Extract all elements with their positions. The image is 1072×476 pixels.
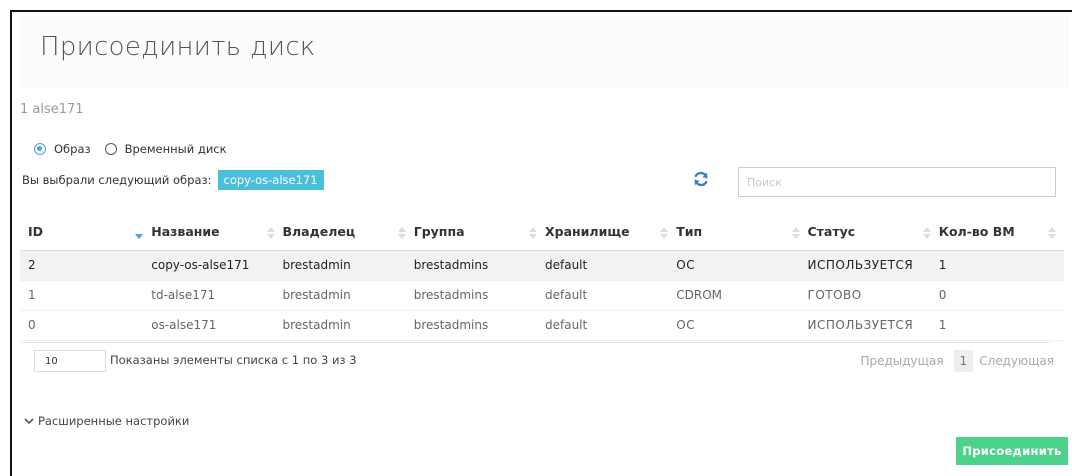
cell-vm-count: 0 [938, 288, 947, 302]
sort-icon [660, 227, 669, 239]
cell-name: td-alse171 [151, 288, 216, 302]
next-page-button[interactable]: Следующая [979, 354, 1054, 368]
column-header-vm-count[interactable]: Кол-во ВМ [938, 214, 1064, 251]
column-header-owner[interactable]: Владелец [282, 214, 414, 251]
cell-owner: brestadmin [282, 318, 351, 332]
sort-icon [922, 227, 931, 239]
table-row[interactable]: 0 os-alse171 brestadmin brestadmins defa… [20, 310, 1064, 340]
column-header-id[interactable]: ID [20, 214, 152, 251]
selected-image-prefix: Вы выбрали следующий образ: [22, 173, 212, 187]
cell-id: 2 [20, 250, 152, 280]
cell-owner: brestadmin [282, 250, 414, 280]
cell-type: CDROM [676, 288, 723, 302]
sort-icon [791, 227, 800, 239]
chevron-down-icon [24, 418, 34, 425]
attach-button[interactable]: Присоединить [956, 437, 1068, 465]
column-header-type[interactable]: Тип [676, 214, 808, 251]
refresh-icon[interactable] [692, 170, 710, 188]
cell-group: brestadmins [413, 250, 545, 280]
sort-icon [1048, 227, 1056, 239]
sort-icon [529, 227, 537, 239]
cell-status: ИСПОЛЬЗУЕТСЯ [807, 318, 914, 332]
column-header-status[interactable]: Статус [807, 214, 939, 251]
table-row[interactable]: 2 copy-os-alse171 brestadmin brestadmins… [20, 250, 1064, 280]
volatile-disk-radio-label[interactable]: Временный диск [125, 142, 227, 156]
disk-source-radio-group: Образ Временный диск [34, 142, 241, 156]
advanced-settings-label: Расширенные настройки [38, 414, 190, 428]
cell-group: brestadmins [413, 318, 489, 332]
table-row[interactable]: 1 td-alse171 brestadmin brestadmins defa… [20, 280, 1064, 310]
cell-type: ОС [676, 318, 696, 332]
page-size-select[interactable]: 10 [34, 350, 106, 372]
vm-subtitle: 1 alse171 [20, 102, 84, 117]
cell-owner: brestadmin [282, 288, 351, 302]
cell-datastore: default [545, 250, 677, 280]
pagination-info: Показаны элементы списка с 1 по 3 из 3 [110, 353, 357, 367]
cell-name: copy-os-alse171 [151, 250, 283, 280]
column-header-group[interactable]: Группа [413, 214, 545, 251]
dialog-header: Присоединить диск [20, 16, 1070, 88]
sort-desc-icon [135, 234, 144, 239]
sort-icon [266, 227, 275, 239]
cell-datastore: default [545, 318, 588, 332]
image-radio[interactable] [34, 143, 46, 155]
cell-group: brestadmins [413, 288, 489, 302]
image-radio-label[interactable]: Образ [54, 142, 91, 156]
search-input[interactable] [738, 167, 1056, 197]
cell-id: 0 [28, 318, 36, 332]
cell-vm-count: 1 [938, 250, 1064, 280]
cell-status: ИСПОЛЬЗУЕТСЯ [807, 250, 939, 280]
column-header-name[interactable]: Название [151, 214, 283, 251]
page-size-value: 10 [45, 355, 58, 367]
advanced-settings-toggle[interactable]: Расширенные настройки [24, 414, 189, 428]
cell-id: 1 [28, 288, 36, 302]
sort-icon [397, 227, 406, 239]
selected-image-badge: copy-os-alse171 [217, 170, 324, 190]
table-header-row: ID Название Владелец Группа Хранилище Ти… [20, 214, 1064, 251]
images-table: ID Название Владелец Группа Хранилище Ти… [20, 214, 1064, 341]
current-page-button[interactable]: 1 [953, 350, 974, 372]
selected-image-row: Вы выбрали следующий образ: copy-os-alse… [22, 170, 324, 190]
table-footer-divider [20, 342, 1050, 343]
column-header-datastore[interactable]: Хранилище [545, 214, 677, 251]
cell-name: os-alse171 [151, 318, 217, 332]
cell-datastore: default [545, 288, 588, 302]
cell-vm-count: 1 [938, 318, 947, 332]
pagination: Предыдущая 1 Следующая [860, 350, 1054, 372]
cell-type: ОС [676, 250, 808, 280]
cell-status: ГОТОВО [807, 288, 862, 302]
volatile-disk-radio[interactable] [104, 143, 117, 155]
dialog-title: Присоединить диск [40, 32, 316, 62]
prev-page-button[interactable]: Предыдущая [860, 354, 943, 368]
